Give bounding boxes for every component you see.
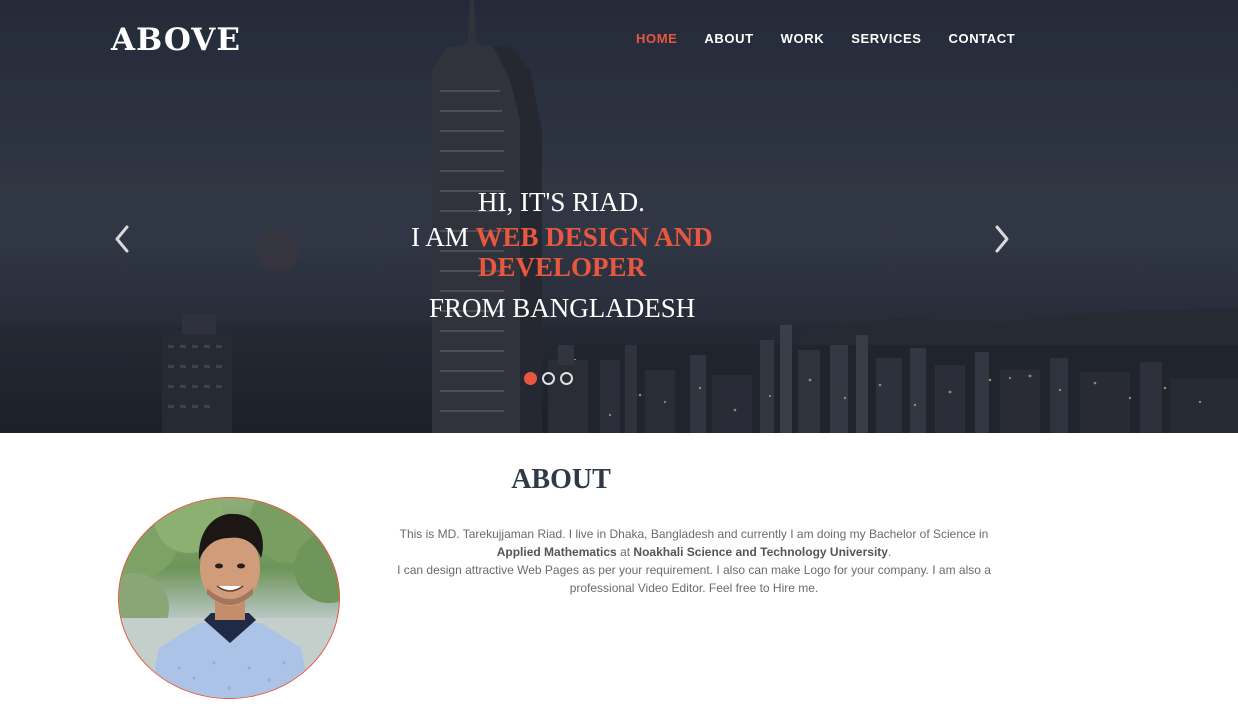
hero-location: FROM BANGLADESH: [429, 293, 696, 323]
about-degree: Applied Mathematics: [496, 545, 617, 559]
about-text-3: I can design attractive Web Pages as per…: [397, 563, 991, 595]
hero-caption: HI, IT'S RIAD. I AM WEB DESIGN AND DEVEL…: [0, 0, 1238, 433]
hero-role-line: I AM WEB DESIGN AND: [411, 222, 713, 252]
slider-dot-1[interactable]: [524, 372, 537, 385]
hero-slider: ABOVE HOME ABOUT WORK SERVICES CONTACT H…: [0, 0, 1238, 433]
hero-role-highlight-cont: DEVELOPER: [478, 252, 647, 282]
about-description: This is MD. Tarekujjaman Riad. I live in…: [388, 525, 1000, 597]
hero-role-prefix: I AM: [411, 222, 476, 252]
person-portrait-image: [119, 498, 339, 698]
slider-dot-3[interactable]: [560, 372, 573, 385]
slider-dot-2[interactable]: [542, 372, 555, 385]
hero-greeting: HI, IT'S RIAD.: [478, 187, 645, 217]
hero-role-highlight: WEB DESIGN AND: [475, 222, 713, 252]
about-heading: ABOUT: [511, 464, 611, 495]
about-university: Noakhali Science and Technology Universi…: [633, 545, 888, 559]
profile-photo: [118, 497, 340, 699]
about-text-period: .: [887, 545, 892, 559]
slider-indicators: [524, 372, 578, 385]
about-text-at: at: [616, 545, 634, 559]
about-text-1: This is MD. Tarekujjaman Riad. I live in…: [399, 527, 989, 541]
